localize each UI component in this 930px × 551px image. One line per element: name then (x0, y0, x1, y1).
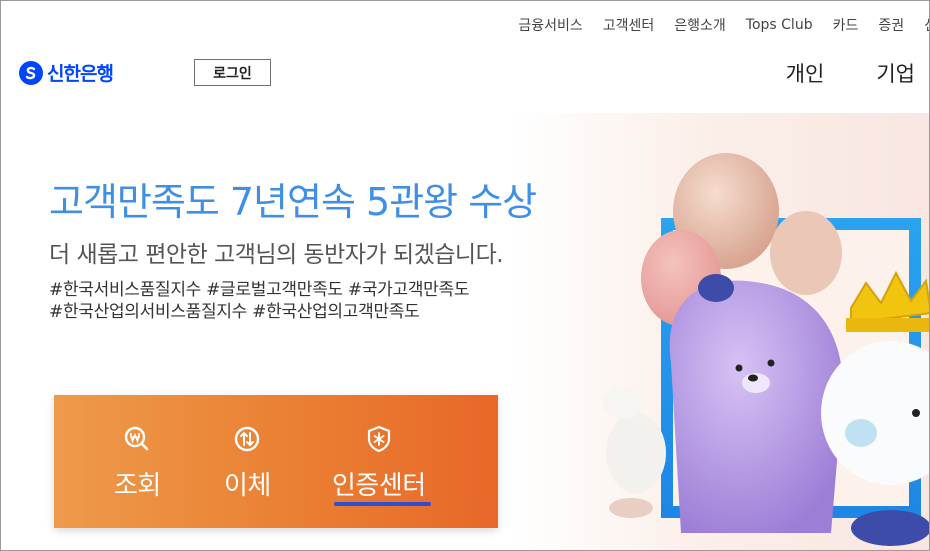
util-link-tops-club[interactable]: Tops Club (746, 17, 813, 33)
main-nav: 개인 기업 (786, 58, 915, 88)
browser-frame: 금융서비스 고객센터 은행소개 Tops Club 카드 증권 신 신한은행 로… (0, 0, 930, 551)
hero-subtitle: 더 새롭고 편안한 고객님의 동반자가 되겠습니다. (49, 242, 504, 268)
hero-banner: 고객만족도 7년연속 5관왕 수상 더 새롭고 편안한 고객님의 동반자가 되겠… (1, 113, 929, 550)
shinhan-logo[interactable]: 신한은행 (19, 59, 114, 86)
hero-title: 고객만족도 7년연속 5관왕 수상 (49, 180, 537, 224)
util-link-securities[interactable]: 증권 (878, 15, 904, 35)
util-link-bank-intro[interactable]: 은행소개 (674, 15, 726, 35)
active-tab-underline (334, 502, 431, 506)
hashtags-line-1: #한국서비스품질지수 #글로벌고객만족도 #국가고객만족도 (49, 280, 470, 300)
logo-text: 신한은행 (47, 63, 114, 85)
util-link-truncated[interactable]: 신 (924, 15, 929, 35)
quick-item-label: 인증센터 (332, 471, 426, 501)
hashtags: #한국서비스품질지수 #글로벌고객만족도 #국가고객만족도 #한국산업의서비스품… (49, 279, 470, 323)
util-link-financial-services[interactable]: 금융서비스 (518, 15, 582, 35)
quick-item-transfer[interactable]: 이체 (224, 425, 271, 502)
quick-menu: 조회 이체 인증센터 (54, 395, 498, 528)
shinhan-logo-icon (19, 60, 43, 85)
hashtags-line-2: #한국산업의서비스품질지수 #한국산업의고객만족도 (49, 302, 420, 322)
login-button[interactable]: 로그인 (194, 59, 271, 86)
quick-item-inquiry[interactable]: 조회 (114, 425, 161, 502)
mascot-illustration (603, 153, 929, 546)
quick-item-label: 조회 (114, 471, 161, 501)
quick-item-label: 이체 (224, 471, 271, 501)
transfer-arrows-icon (233, 425, 261, 453)
certificate-shield-icon (365, 425, 393, 453)
main-nav-personal[interactable]: 개인 (786, 58, 825, 88)
won-search-icon (123, 425, 151, 453)
quick-item-certification-center[interactable]: 인증센터 (332, 425, 426, 502)
util-link-card[interactable]: 카드 (833, 15, 859, 35)
utility-nav: 금융서비스 고객센터 은행소개 Tops Club 카드 증권 신 (498, 15, 929, 35)
util-link-customer-center[interactable]: 고객센터 (603, 15, 655, 35)
main-nav-business[interactable]: 기업 (876, 58, 915, 88)
